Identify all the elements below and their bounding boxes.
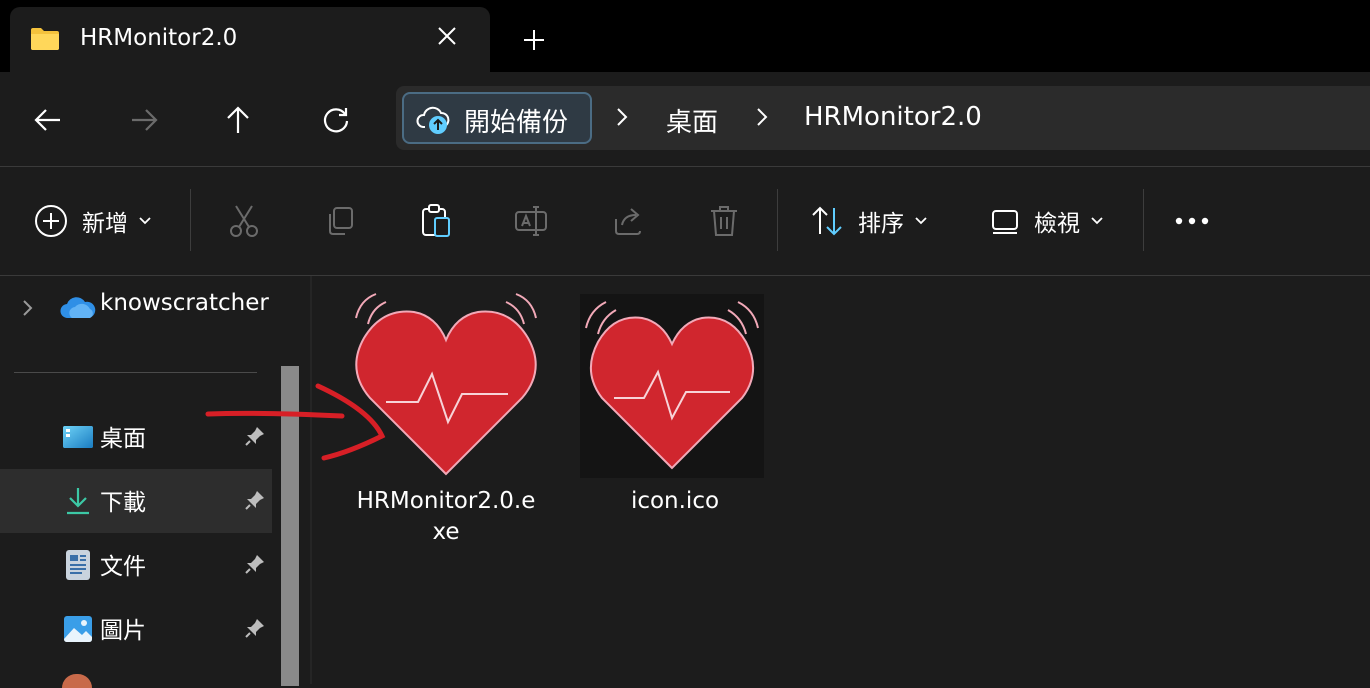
paste-button[interactable] <box>420 201 452 241</box>
start-backup-button[interactable]: 開始備份 <box>402 92 592 144</box>
rename-icon <box>515 206 547 236</box>
delete-button[interactable] <box>708 201 740 241</box>
sidebar-item-documents[interactable]: 文件 <box>0 533 272 597</box>
music-icon <box>62 674 92 688</box>
refresh-button[interactable] <box>318 102 354 138</box>
refresh-icon <box>323 108 349 133</box>
heart-monitor-icon <box>585 301 759 470</box>
up-button[interactable] <box>220 102 256 138</box>
annotation-arrow <box>205 383 386 461</box>
sidebar-item-downloads[interactable]: 下載 <box>0 469 272 533</box>
file-name: HRMonitor2.0.e xe <box>348 486 544 548</box>
sidebar-divider <box>14 372 257 373</box>
back-button[interactable] <box>30 102 66 138</box>
chevron-down-icon <box>139 217 151 225</box>
toolbar-divider <box>190 189 191 251</box>
close-icon[interactable] <box>436 25 458 51</box>
sort-button[interactable]: 排序 <box>810 201 928 241</box>
chevron-right-icon[interactable] <box>754 104 770 134</box>
copy-icon <box>329 207 353 235</box>
cut-button[interactable] <box>228 201 260 241</box>
desktop-icon <box>62 421 94 453</box>
more-button[interactable] <box>1174 201 1210 241</box>
chevron-down-icon <box>915 217 927 225</box>
pin-icon[interactable] <box>244 553 266 579</box>
arrow-left-icon <box>34 109 60 131</box>
trash-icon <box>711 206 737 236</box>
tab-title: HRMonitor2.0 <box>80 25 238 51</box>
backup-label: 開始備份 <box>464 108 569 138</box>
copy-button[interactable] <box>324 201 356 241</box>
sidebar-item-pictures[interactable]: 圖片 <box>0 597 272 661</box>
arrow-up-icon <box>227 106 249 133</box>
sort-label: 排序 <box>858 211 904 237</box>
file-item-ico[interactable] <box>580 294 764 478</box>
breadcrumb-hrmonitor[interactable]: HRMonitor2.0 <box>804 102 982 132</box>
file-name-line: icon.ico <box>630 488 720 514</box>
view-button[interactable]: 檢視 <box>990 201 1104 241</box>
tab-bar: HRMonitor2.0 <box>0 0 1370 73</box>
new-label: 新增 <box>82 211 128 237</box>
breadcrumb-desktop[interactable]: 桌面 <box>666 102 718 139</box>
plus-icon[interactable] <box>522 28 546 56</box>
sidebar-item-onedrive[interactable]: knowscratcher <box>0 276 272 340</box>
sidebar-item-label: knowscratcher <box>100 290 269 316</box>
file-name-line: xe <box>432 519 460 545</box>
view-label: 檢視 <box>1034 211 1080 237</box>
chevron-down-icon <box>1091 217 1103 225</box>
onedrive-icon <box>60 296 96 324</box>
sort-icon <box>812 206 842 236</box>
rename-button[interactable] <box>514 201 548 241</box>
document-icon <box>62 549 94 581</box>
command-bar: 新增 排序 檢視 <box>0 167 1370 276</box>
toolbar-divider <box>1143 189 1144 251</box>
plus-circle-icon <box>35 205 67 237</box>
view-icon <box>992 210 1018 234</box>
sidebar-item-label: 圖片 <box>100 618 146 644</box>
cloud-upload-icon <box>416 103 452 139</box>
sidebar-item-label: 下載 <box>100 490 146 516</box>
sidebar-item-label: 文件 <box>100 554 146 580</box>
tab-hrmonitor[interactable]: HRMonitor2.0 <box>10 7 490 73</box>
file-name-line: HRMonitor2.0.e <box>356 488 536 514</box>
address-bar[interactable]: 開始備份 桌面 HRMonitor2.0 <box>396 86 1370 150</box>
download-icon <box>62 485 94 517</box>
share-button[interactable] <box>612 201 644 241</box>
new-button[interactable]: 新增 <box>34 201 152 241</box>
arrow-right-icon <box>132 109 158 131</box>
paste-icon <box>422 204 450 237</box>
more-icon <box>1175 217 1209 225</box>
pane-splitter[interactable] <box>310 276 312 684</box>
pin-icon[interactable] <box>244 617 266 643</box>
scissors-icon <box>230 205 258 237</box>
sidebar-item-label: 桌面 <box>100 426 146 452</box>
forward-button[interactable] <box>126 102 162 138</box>
navigation-pane: knowscratcher 桌面 下載 文件 圖片 <box>0 276 300 688</box>
toolbar-divider <box>777 189 778 251</box>
chevron-right-icon[interactable] <box>20 298 34 322</box>
chevron-right-icon[interactable] <box>614 104 630 134</box>
pictures-icon <box>62 613 94 645</box>
file-name: icon.ico <box>580 486 770 517</box>
folder-icon <box>30 27 60 55</box>
navigation-bar: 開始備份 桌面 HRMonitor2.0 <box>0 72 1370 167</box>
pin-icon[interactable] <box>244 489 266 515</box>
share-icon <box>615 208 641 235</box>
